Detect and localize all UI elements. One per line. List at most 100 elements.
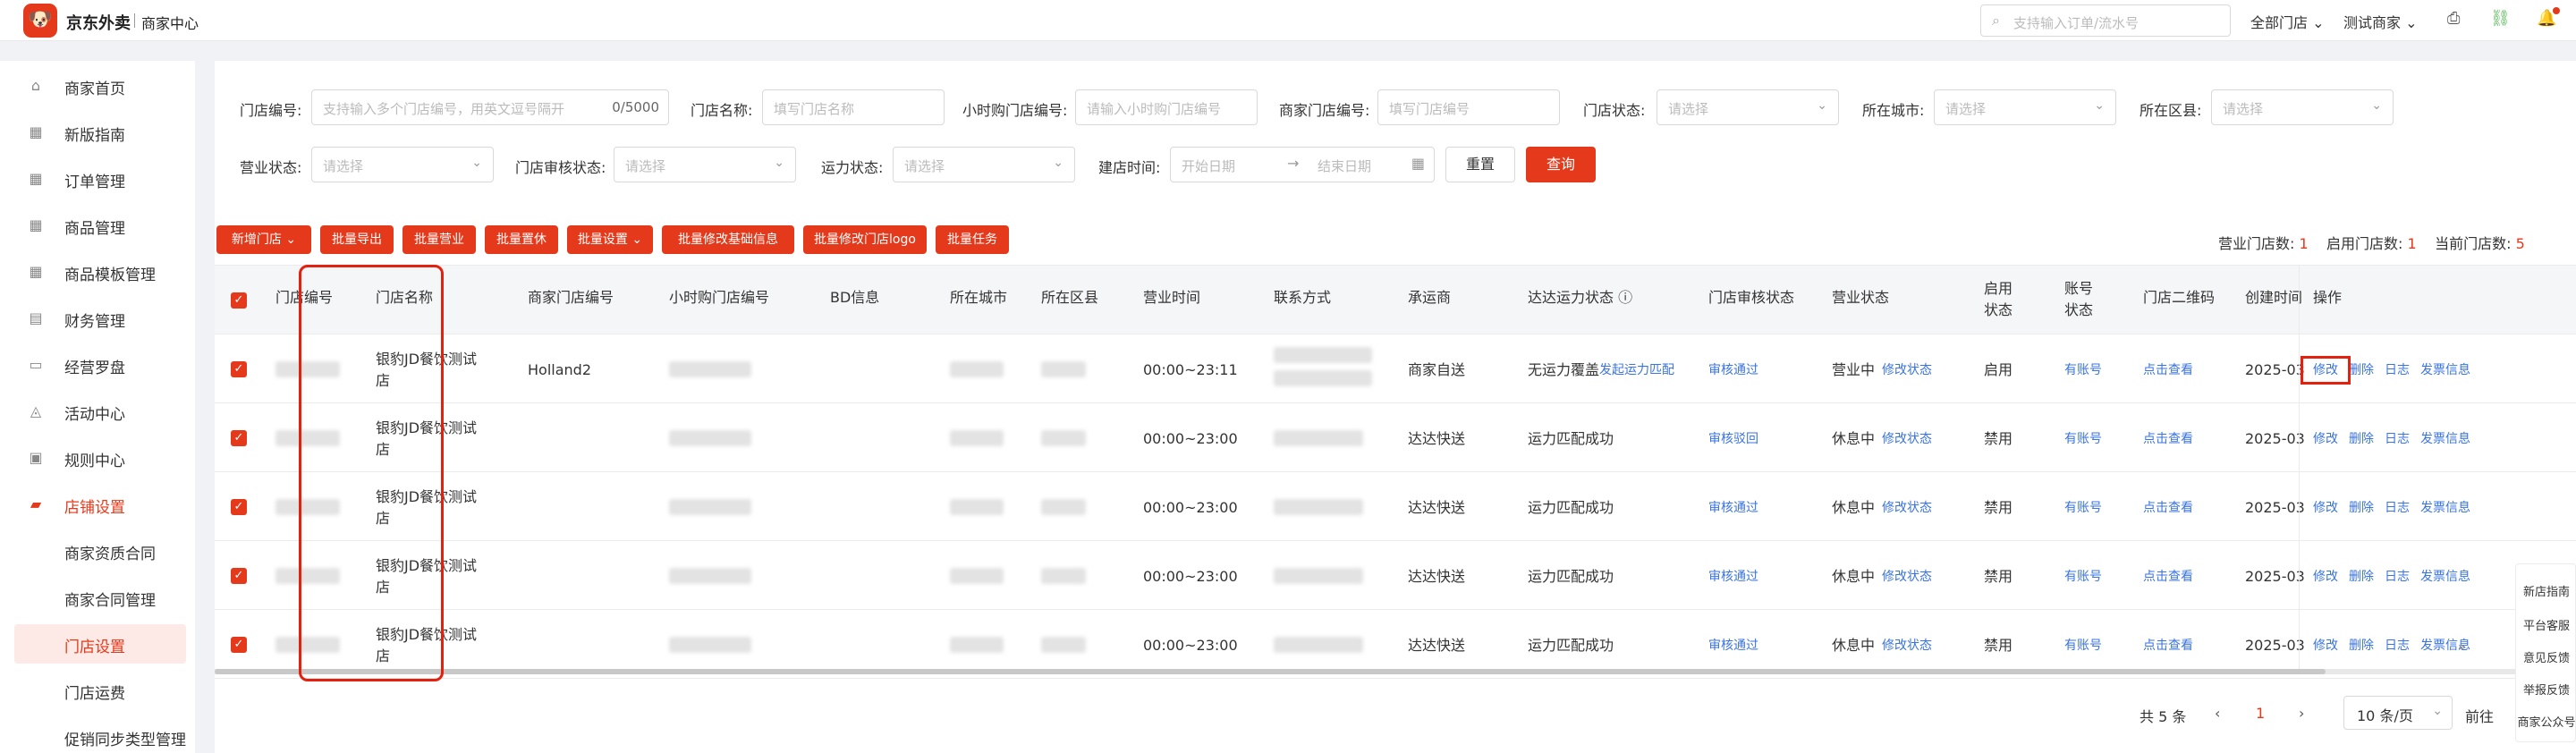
merchant-store-no-input[interactable]: 填写门店编号 [1377, 89, 1560, 125]
invoice-link[interactable]: 发票信息 [2420, 497, 2470, 519]
chevron-right-icon[interactable]: › [2299, 705, 2304, 722]
sidebar-item-rules[interactable]: ▣ 规则中心 [0, 440, 195, 476]
batch-export-button[interactable]: 批量导出 [320, 225, 394, 254]
hour-store-no-input[interactable]: 请输入小时购门店编号 [1075, 89, 1258, 125]
row-checkbox[interactable]: ✓ [231, 568, 247, 584]
help-feedback[interactable]: 意见反馈 [2516, 648, 2576, 665]
account-link[interactable]: 有账号 [2064, 635, 2102, 656]
batch-tasks-button[interactable]: 批量任务 [936, 225, 1009, 254]
account-link[interactable]: 有账号 [2064, 360, 2102, 381]
account-link[interactable]: 有账号 [2064, 566, 2102, 588]
change-status-link[interactable]: 修改状态 [1882, 635, 1932, 656]
page-size-select[interactable]: 10 条/页 ⌄ [2343, 696, 2453, 730]
log-link[interactable]: 日志 [2385, 360, 2410, 381]
chevron-left-icon[interactable]: ‹ [2215, 705, 2220, 722]
batch-rest-button[interactable]: 批量置休 [485, 225, 558, 254]
qrcode-link[interactable]: 点击查看 [2143, 360, 2193, 381]
change-status-link[interactable]: 修改状态 [1882, 497, 1932, 519]
store-name-input[interactable]: 填写门店名称 [762, 89, 945, 125]
audit-status-link[interactable]: 审核通过 [1708, 635, 1758, 656]
edit-link[interactable]: 修改 [2313, 497, 2338, 519]
account-link[interactable]: 有账号 [2064, 428, 2102, 450]
sidebar-item-finance[interactable]: ▤ 财务管理 [0, 300, 195, 336]
store-status-select[interactable]: 请选择 ⌄ [1657, 89, 1839, 125]
logo-text[interactable]: 京东外卖 [66, 11, 131, 34]
sidebar-item-compass[interactable]: ▭ 经营罗盘 [0, 347, 195, 383]
change-status-link[interactable]: 修改状态 [1882, 566, 1932, 588]
row-checkbox[interactable]: ✓ [231, 499, 247, 515]
help-official-account[interactable]: 商家公众号 [2516, 713, 2576, 730]
start-capacity-match-link[interactable]: 发起运力匹配 [1599, 360, 1674, 381]
row-checkbox[interactable]: ✓ [231, 430, 247, 446]
query-button[interactable]: 查询 [1526, 147, 1596, 182]
audit-status-link[interactable]: 审核通过 [1708, 497, 1758, 519]
audit-status-link[interactable]: 审核通过 [1708, 566, 1758, 588]
sidebar-sub-contract-management[interactable]: 商家合同管理 [14, 578, 186, 617]
business-status-select[interactable]: 请选择 ⌄ [311, 147, 494, 182]
city-select[interactable]: 请选择 ⌄ [1934, 89, 2116, 125]
row-checkbox[interactable]: ✓ [231, 637, 247, 653]
select-all-checkbox[interactable]: ✓ [231, 292, 247, 309]
sidebar-sub-store-settings[interactable]: 门店设置 [14, 624, 186, 664]
sidebar-item-products[interactable]: ▦ 商品管理 [0, 207, 195, 243]
link-icon[interactable]: ⛓ [2490, 9, 2511, 28]
edit-link[interactable]: 修改 [2313, 635, 2338, 656]
sidebar-item-store-settings[interactable]: ▰ 店铺设置 [0, 486, 195, 522]
batch-edit-logo-button[interactable]: 批量修改门店logo [803, 225, 927, 254]
audit-status-link[interactable]: 审核通过 [1708, 360, 1758, 381]
batch-open-button[interactable]: 批量营业 [402, 225, 476, 254]
delete-link[interactable]: 删除 [2349, 360, 2374, 381]
invoice-link[interactable]: 发票信息 [2420, 428, 2470, 450]
audit-status-link[interactable]: 审核驳回 [1708, 428, 1758, 450]
audit-status-select[interactable]: 请选择 ⌄ [614, 147, 796, 182]
sidebar-sub-store-freight[interactable]: 门店运费 [14, 671, 186, 710]
store-no-input[interactable]: 支持输入多个门店编号，用英文逗号隔开 0/5000 [311, 89, 669, 125]
delete-link[interactable]: 删除 [2349, 428, 2374, 450]
help-circle-icon[interactable]: ⓘ [1618, 289, 1632, 306]
sidebar-sub-qualification-contract[interactable]: 商家资质合同 [14, 531, 186, 571]
printer-icon[interactable]: ⎙ [2447, 9, 2460, 28]
capacity-status-select[interactable]: 请选择 ⌄ [893, 147, 1075, 182]
add-store-button[interactable]: 新增门店 ⌄ [216, 225, 311, 254]
sidebar-item-product-templates[interactable]: ▦ 商品模板管理 [0, 254, 195, 290]
help-customer-service[interactable]: 平台客服 [2516, 616, 2576, 633]
qrcode-link[interactable]: 点击查看 [2143, 635, 2193, 656]
pagination-page-1[interactable]: 1 [2256, 705, 2265, 722]
log-link[interactable]: 日志 [2385, 497, 2410, 519]
edit-link[interactable]: 修改 [2313, 566, 2338, 588]
horizontal-scrollbar-thumb[interactable] [215, 669, 2326, 674]
logo-icon[interactable]: 🐶 [23, 4, 57, 38]
qrcode-link[interactable]: 点击查看 [2143, 497, 2193, 519]
batch-settings-button[interactable]: 批量设置 ⌄ [567, 225, 653, 254]
invoice-link[interactable]: 发票信息 [2420, 360, 2470, 381]
batch-edit-basic-info-button[interactable]: 批量修改基础信息 [662, 225, 794, 254]
collapse-help-icon[interactable]: » [2458, 640, 2466, 655]
sidebar-item-guide[interactable]: ▦ 新版指南 [0, 114, 195, 150]
user-selector[interactable]: 测试商家 ⌄ [2343, 11, 2418, 32]
sidebar-item-activities[interactable]: ◬ 活动中心 [0, 393, 195, 429]
account-link[interactable]: 有账号 [2064, 497, 2102, 519]
delete-link[interactable]: 删除 [2349, 497, 2374, 519]
edit-link[interactable]: 修改 [2313, 428, 2338, 450]
log-link[interactable]: 日志 [2385, 635, 2410, 656]
log-link[interactable]: 日志 [2385, 566, 2410, 588]
row-checkbox[interactable]: ✓ [231, 361, 247, 377]
change-status-link[interactable]: 修改状态 [1882, 428, 1932, 450]
sidebar-item-orders[interactable]: ▦ 订单管理 [0, 161, 195, 197]
help-report[interactable]: 举报反馈 [2516, 681, 2576, 698]
delete-link[interactable]: 删除 [2349, 566, 2374, 588]
district-select[interactable]: 请选择 ⌄ [2211, 89, 2394, 125]
delete-link[interactable]: 删除 [2349, 635, 2374, 656]
help-new-store-guide[interactable]: 新店指南 [2516, 582, 2576, 599]
sidebar-sub-promo-sync[interactable]: 促销同步类型管理 [14, 717, 186, 753]
change-status-link[interactable]: 修改状态 [1882, 360, 1932, 381]
qrcode-link[interactable]: 点击查看 [2143, 428, 2193, 450]
invoice-link[interactable]: 发票信息 [2420, 566, 2470, 588]
build-time-range[interactable]: 开始日期 → 结束日期 ▦ [1170, 147, 1435, 182]
store-selector[interactable]: 全部门店 ⌄ [2250, 11, 2325, 32]
qrcode-link[interactable]: 点击查看 [2143, 566, 2193, 588]
order-search-input[interactable]: ⌕ 支持输入订单/流水号 [1980, 4, 2231, 37]
reset-button[interactable]: 重置 [1445, 147, 1515, 182]
log-link[interactable]: 日志 [2385, 428, 2410, 450]
sidebar-item-home[interactable]: ⌂ 商家首页 [0, 68, 195, 104]
